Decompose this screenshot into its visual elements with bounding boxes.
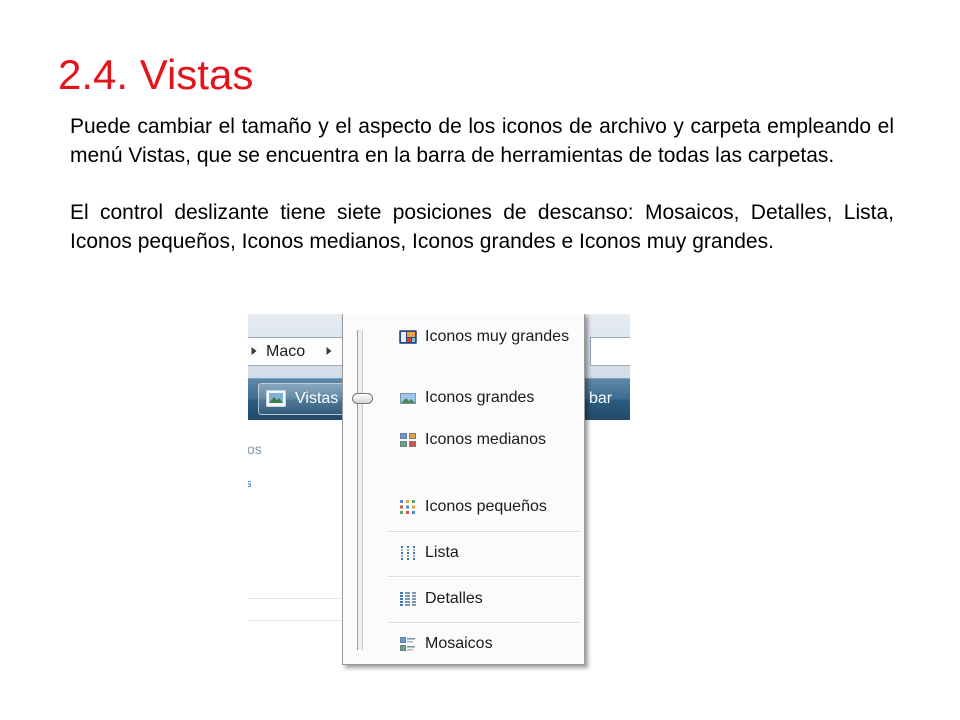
menu-item-label: Mosaicos bbox=[425, 635, 493, 652]
views-button-label: Vistas bbox=[295, 390, 339, 407]
menu-separator bbox=[388, 622, 580, 624]
menu-item-label: Detalles bbox=[425, 590, 483, 607]
menu-item-tiles[interactable]: Mosaicos bbox=[391, 629, 577, 659]
views-icon bbox=[266, 390, 286, 407]
menu-item-medium-icons[interactable]: Iconos medianos bbox=[391, 425, 577, 455]
chevron-right-icon[interactable] bbox=[325, 346, 333, 356]
details-view-icon bbox=[399, 591, 417, 607]
explorer-screenshot: Maco Vistas bar os s Iconos muy grandes … bbox=[248, 314, 630, 672]
divider bbox=[248, 598, 342, 599]
small-icons-icon bbox=[399, 499, 417, 515]
list-view-icon bbox=[399, 545, 417, 561]
menu-item-extra-large-icons[interactable]: Iconos muy grandes bbox=[391, 322, 577, 352]
view-slider-track[interactable] bbox=[357, 330, 363, 650]
menu-item-large-icons[interactable]: Iconos grandes bbox=[391, 383, 577, 413]
breadcrumb-item-maco[interactable]: Maco bbox=[266, 338, 305, 365]
nav-pane-link[interactable]: s bbox=[248, 478, 252, 490]
menu-separator bbox=[388, 531, 580, 533]
views-menu: Iconos muy grandes Iconos grandes Iconos… bbox=[342, 314, 585, 665]
medium-icons-icon bbox=[399, 432, 417, 448]
menu-item-label: Iconos muy grandes bbox=[425, 328, 570, 345]
view-slider-thumb[interactable] bbox=[352, 393, 373, 404]
divider bbox=[248, 620, 342, 621]
menu-item-list[interactable]: Lista bbox=[391, 538, 577, 568]
menu-item-label: Iconos medianos bbox=[425, 431, 546, 448]
menu-item-small-icons[interactable]: Iconos pequeños bbox=[391, 492, 577, 522]
menu-item-label: Iconos pequeños bbox=[425, 498, 547, 515]
body-paragraph: Puede cambiar el tamaño y el aspecto de … bbox=[70, 115, 894, 167]
menu-item-label: Lista bbox=[425, 544, 459, 561]
large-icons-icon bbox=[399, 390, 417, 406]
tiles-view-icon bbox=[399, 636, 417, 652]
burn-button[interactable]: bar bbox=[589, 379, 612, 419]
body-paragraph: El control deslizante tiene siete posici… bbox=[70, 201, 894, 253]
chevron-right-icon[interactable] bbox=[250, 346, 258, 356]
slide-body: Puede cambiar el tamaño y el aspecto de … bbox=[70, 112, 894, 284]
menu-item-details[interactable]: Detalles bbox=[391, 584, 577, 614]
search-input[interactable] bbox=[590, 337, 630, 366]
slide-title: 2.4. Vistas bbox=[58, 51, 254, 98]
menu-item-label: Iconos grandes bbox=[425, 389, 535, 406]
extra-large-icons-icon bbox=[399, 329, 417, 345]
menu-separator bbox=[388, 576, 580, 578]
nav-pane-heading: os bbox=[248, 441, 262, 457]
